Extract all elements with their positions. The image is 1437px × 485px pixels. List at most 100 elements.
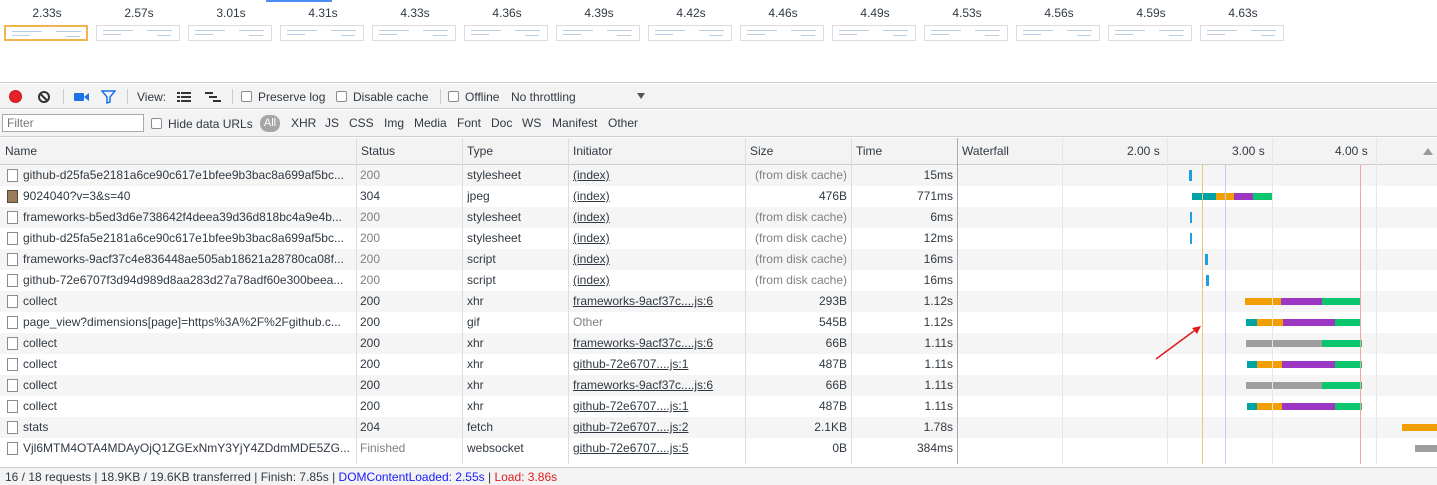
request-initiator[interactable]: github-72e6707....js:2: [573, 417, 741, 438]
filmstrip-frame[interactable]: 4.33s: [370, 0, 460, 44]
table-row[interactable]: github-72e6707f3d94d989d8aa283d27a78adf6…: [0, 270, 1437, 291]
clear-button[interactable]: [38, 84, 50, 109]
request-initiator[interactable]: (index): [573, 270, 741, 291]
filmstrip-frame-time: 4.59s: [1136, 6, 1166, 20]
disable-cache-checkbox[interactable]: Disable cache: [336, 84, 428, 109]
request-name[interactable]: collect: [23, 354, 353, 375]
overview-button[interactable]: [205, 84, 221, 109]
filter-type-ws[interactable]: WS: [522, 110, 541, 137]
filmstrip-frame[interactable]: 4.63s: [1198, 0, 1288, 44]
table-row[interactable]: frameworks-b5ed3d6e738642f4deea39d36d818…: [0, 207, 1437, 228]
table-row[interactable]: 9024040?v=3&s=40 304 jpeg (index) 476B 771ms: [0, 186, 1437, 207]
request-name[interactable]: github-d25fa5e2181a6ce90c617e1bfee9b3bac…: [23, 228, 353, 249]
filmstrip-frame-time: 4.36s: [492, 6, 522, 20]
request-initiator[interactable]: (index): [573, 165, 741, 186]
request-initiator[interactable]: (index): [573, 249, 741, 270]
sort-ascending-icon[interactable]: [1423, 148, 1433, 155]
request-name[interactable]: collect: [23, 291, 353, 312]
request-size: 293B: [818, 294, 847, 308]
funnel-icon: [101, 89, 116, 104]
request-initiator[interactable]: frameworks-9acf37c....js:6: [573, 375, 741, 396]
request-name[interactable]: frameworks-9acf37c4e836448ae505ab18621a2…: [23, 249, 353, 270]
request-name[interactable]: frameworks-b5ed3d6e738642f4deea39d36d818…: [23, 207, 353, 228]
request-name[interactable]: github-72e6707f3d94d989d8aa283d27a78adf6…: [23, 270, 353, 291]
preserve-log-checkbox[interactable]: Preserve log: [241, 84, 325, 109]
column-header-status[interactable]: Status: [356, 138, 395, 165]
filmstrip-frame[interactable]: 4.36s: [462, 0, 552, 44]
column-header-type[interactable]: Type: [462, 138, 493, 165]
table-row[interactable]: collect 200 xhr frameworks-9acf37c....js:6 6…: [0, 333, 1437, 354]
filmstrip-thumbnail: [1016, 25, 1100, 41]
filter-type-media[interactable]: Media: [414, 110, 447, 137]
table-row[interactable]: github-d25fa5e2181a6ce90c617e1bfee9b3bac…: [0, 165, 1437, 186]
table-row[interactable]: stats 204 fetch github-72e6707....js:2 2.1KB…: [0, 417, 1437, 438]
request-initiator[interactable]: (index): [573, 186, 741, 207]
view-label: View:: [137, 89, 167, 104]
waterfall-bar: [1335, 361, 1362, 368]
request-type: xhr: [467, 399, 484, 413]
filter-type-img[interactable]: Img: [384, 110, 404, 137]
filter-type-manifest[interactable]: Manifest: [552, 110, 597, 137]
record-button[interactable]: [9, 84, 22, 109]
column-header-initiator[interactable]: Initiator: [568, 138, 612, 165]
filter-toggle-button[interactable]: [101, 84, 116, 109]
filmstrip-frame[interactable]: 4.59s: [1106, 0, 1196, 44]
filter-type-font[interactable]: Font: [457, 110, 481, 137]
capture-screenshots-button[interactable]: [74, 84, 90, 109]
table-row[interactable]: page_view?dimensions[page]=https%3A%2F%2…: [0, 312, 1437, 333]
offline-checkbox[interactable]: Offline: [448, 84, 499, 109]
column-header-size[interactable]: Size: [745, 138, 773, 165]
request-initiator[interactable]: (index): [573, 228, 741, 249]
table-row[interactable]: Vjl6MTM4OTA4MDAyOjQ1ZGExNmY3YjY4ZDdmMDE5…: [0, 438, 1437, 459]
filmstrip-frame[interactable]: 2.57s: [94, 0, 184, 44]
filmstrip-frame[interactable]: 4.49s: [830, 0, 920, 44]
filter-type-doc[interactable]: Doc: [491, 110, 512, 137]
request-name[interactable]: collect: [23, 396, 353, 417]
filter-input[interactable]: [2, 114, 144, 132]
request-size: 545B: [818, 315, 847, 329]
filter-type-css[interactable]: CSS: [349, 110, 374, 137]
column-header-time[interactable]: Time: [851, 138, 882, 165]
request-size: 66B: [825, 378, 847, 392]
request-initiator[interactable]: github-72e6707....js:1: [573, 396, 741, 417]
filmstrip-frame[interactable]: 4.42s: [646, 0, 736, 44]
table-row[interactable]: collect 200 xhr frameworks-9acf37c....js:6 2…: [0, 291, 1437, 312]
request-summary: 16 / 18 requests | 18.9KB / 19.6KB trans…: [5, 470, 339, 484]
filmstrip-frame[interactable]: 4.56s: [1014, 0, 1104, 44]
column-header-name[interactable]: Name: [0, 138, 37, 165]
filter-type-xhr[interactable]: XHR: [291, 110, 316, 137]
filmstrip-frame[interactable]: 4.46s: [738, 0, 828, 44]
filmstrip-frame[interactable]: 4.31s: [278, 0, 368, 44]
request-initiator[interactable]: frameworks-9acf37c....js:6: [573, 291, 741, 312]
request-initiator[interactable]: github-72e6707....js:1: [573, 354, 741, 375]
throttling-select[interactable]: No throttling: [511, 84, 651, 109]
table-row[interactable]: collect 200 xhr github-72e6707....js:1 487B 1…: [0, 396, 1437, 417]
hide-data-urls-checkbox[interactable]: Hide data URLs: [151, 110, 253, 137]
request-name[interactable]: github-d25fa5e2181a6ce90c617e1bfee9b3bac…: [23, 165, 353, 186]
request-initiator[interactable]: github-72e6707....js:5: [573, 438, 741, 459]
filter-type-other[interactable]: Other: [608, 110, 638, 137]
request-time: 384ms: [916, 441, 953, 455]
request-name[interactable]: Vjl6MTM4OTA4MDAyOjQ1ZGExNmY3YjY4ZDdmMDE5…: [23, 438, 353, 459]
table-row[interactable]: frameworks-9acf37c4e836448ae505ab18621a2…: [0, 249, 1437, 270]
filmstrip-thumbnail: [280, 25, 364, 41]
filmstrip-frame[interactable]: 2.33s: [2, 0, 92, 44]
filmstrip-frame[interactable]: 3.01s: [186, 0, 276, 44]
request-initiator[interactable]: (index): [573, 207, 741, 228]
column-header-waterfall[interactable]: Waterfall: [957, 138, 1009, 165]
waterfall-bar: [1402, 424, 1437, 431]
request-name[interactable]: 9024040?v=3&s=40: [23, 186, 353, 207]
table-row[interactable]: github-d25fa5e2181a6ce90c617e1bfee9b3bac…: [0, 228, 1437, 249]
filmstrip-frame[interactable]: 4.53s: [922, 0, 1012, 44]
request-name[interactable]: collect: [23, 333, 353, 354]
table-row[interactable]: collect 200 xhr github-72e6707....js:1 487B 1…: [0, 354, 1437, 375]
request-name[interactable]: collect: [23, 375, 353, 396]
large-rows-button[interactable]: [177, 84, 191, 109]
table-row[interactable]: collect 200 xhr frameworks-9acf37c....js:6 6…: [0, 375, 1437, 396]
filter-all-button[interactable]: All: [260, 115, 280, 132]
filter-type-js[interactable]: JS: [325, 110, 339, 137]
request-initiator[interactable]: frameworks-9acf37c....js:6: [573, 333, 741, 354]
filmstrip-frame[interactable]: 4.39s: [554, 0, 644, 44]
request-name[interactable]: page_view?dimensions[page]=https%3A%2F%2…: [23, 312, 353, 333]
request-name[interactable]: stats: [23, 417, 353, 438]
